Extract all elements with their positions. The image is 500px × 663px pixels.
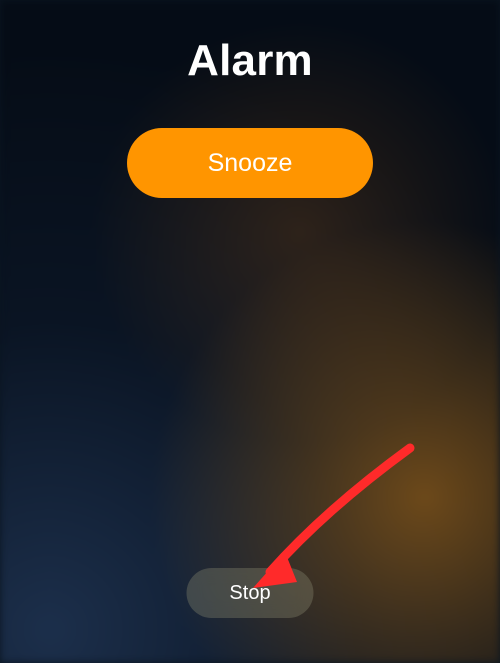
stop-button[interactable]: Stop <box>187 568 314 618</box>
alarm-screen: Alarm Snooze Stop <box>0 0 500 663</box>
alarm-title: Alarm <box>187 36 313 86</box>
snooze-button[interactable]: Snooze <box>127 128 373 198</box>
